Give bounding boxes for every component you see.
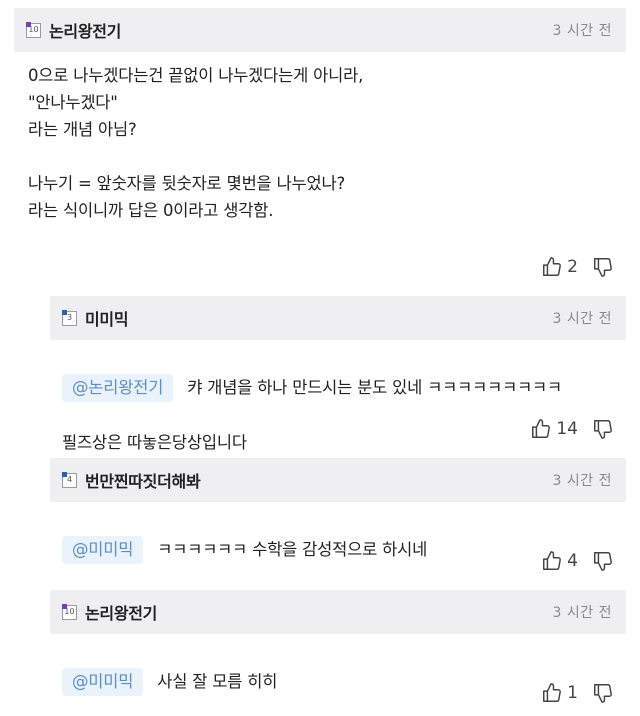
comment-header: 3 미미믹 3 시간 전 <box>50 296 626 340</box>
author-name[interactable]: 논리왕전기 <box>49 18 121 42</box>
comment-header: 4 번만찐따짓더해봐 3 시간 전 <box>50 458 626 502</box>
mention-tag[interactable]: @미미믹 <box>62 536 144 564</box>
thumbs-down-icon[interactable] <box>592 550 614 572</box>
mention-tag[interactable]: @논리왕전기 <box>62 374 174 402</box>
comment-actions: 4 <box>541 550 614 572</box>
like-count: 1 <box>567 683 578 703</box>
level-badge: 10 <box>61 604 77 620</box>
comment-line: 캬 개념을 하나 만드시는 분도 있네 ㅋㅋㅋㅋㅋㅋㅋㅋㅋ <box>187 378 563 397</box>
thumbs-down-icon[interactable] <box>592 682 614 704</box>
thumbs-up-icon[interactable] <box>541 256 563 278</box>
timestamp: 3 시간 전 <box>552 605 612 621</box>
like-count: 4 <box>567 551 578 571</box>
thumbs-up-icon[interactable] <box>530 418 552 440</box>
timestamp: 3 시간 전 <box>552 473 612 489</box>
like-count: 14 <box>556 419 578 439</box>
comment-actions: 2 <box>541 256 614 278</box>
level-badge: 4 <box>61 472 77 488</box>
mention-tag[interactable]: @미미믹 <box>62 668 144 696</box>
comment-header: 10 논리왕전기 3 시간 전 <box>14 8 626 52</box>
comment-text: 0으로 나누겠다는건 끝없이 나누겠다는게 아니라, "안나누겠다" 라는 개념… <box>28 66 364 220</box>
author-name[interactable]: 번만찐따짓더해봐 <box>85 468 201 492</box>
comment-actions: 1 <box>541 682 614 704</box>
level-badge: 10 <box>25 22 41 38</box>
comment-header: 10 논리왕전기 3 시간 전 <box>50 590 626 634</box>
like-count: 2 <box>567 257 578 277</box>
author-name[interactable]: 미미믹 <box>85 306 129 330</box>
timestamp: 3 시간 전 <box>552 311 612 327</box>
thumbs-up-icon[interactable] <box>541 682 563 704</box>
author-name[interactable]: 논리왕전기 <box>85 600 157 624</box>
comment-line: 사실 잘 모름 히히 <box>157 672 278 691</box>
timestamp: 3 시간 전 <box>552 23 612 39</box>
thumbs-down-icon[interactable] <box>592 418 614 440</box>
comment-actions: 14 <box>530 418 614 440</box>
level-badge: 3 <box>61 310 77 326</box>
thumbs-down-icon[interactable] <box>592 256 614 278</box>
comment-line: ㅋㅋㅋㅋㅋㅋ 수학을 감성적으로 하시네 <box>157 540 428 559</box>
comment-line: 필즈상은 따놓은당상입니다 <box>62 433 247 452</box>
thumbs-up-icon[interactable] <box>541 550 563 572</box>
